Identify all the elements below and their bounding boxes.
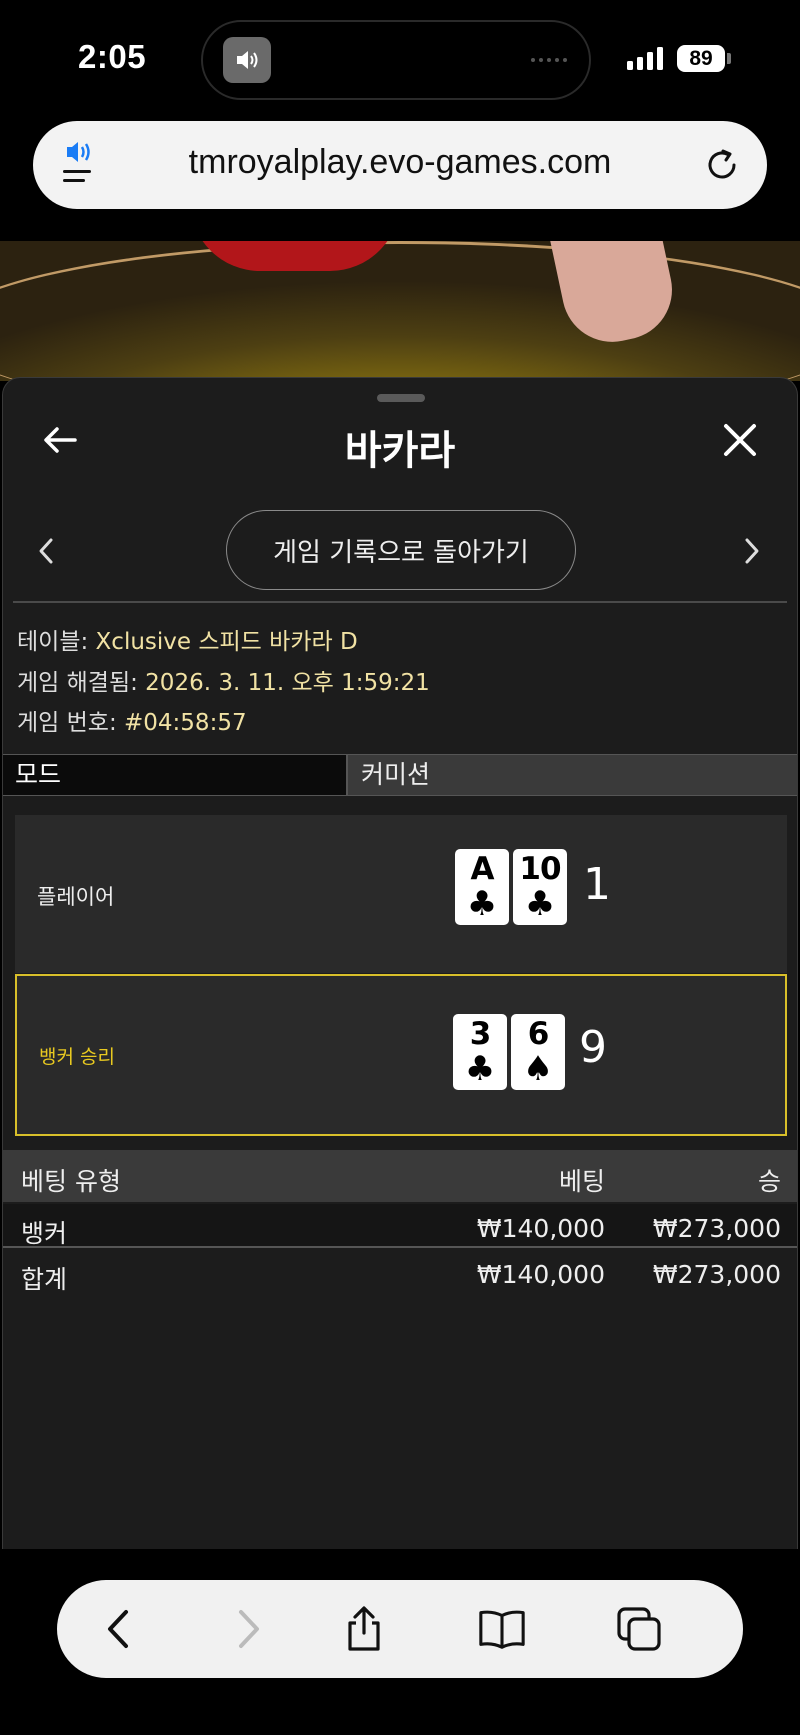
resolved-info: 게임 해결됨: 2026. 3. 11. 오후 1:59:21 — [17, 663, 430, 697]
back-icon[interactable] — [94, 1604, 144, 1654]
header-bet: 베팅 — [558, 1167, 605, 1196]
game-history-panel: 바카라 게임 기록으로 돌아가기 테이블: Xclusive 스피드 바카라 D… — [2, 377, 798, 1549]
banker-card-2: 6 ♠ — [511, 1014, 565, 1090]
table-label: 테이블: — [17, 629, 96, 655]
card-rank: 6 — [527, 1016, 550, 1052]
spade-icon: ♠ — [522, 1049, 554, 1089]
chevron-right-icon[interactable] — [741, 536, 763, 566]
banker-score: 9 — [579, 1022, 607, 1073]
total-bet: ₩140,000 — [476, 1260, 605, 1289]
bet-type: 뱅커 — [21, 1219, 68, 1248]
club-icon: ♣ — [524, 884, 556, 924]
player-score: 1 — [583, 859, 611, 910]
signal-icon — [627, 46, 663, 70]
status-bar: 2:05 89 — [0, 0, 800, 118]
status-time: 2:05 — [78, 38, 147, 75]
drag-handle[interactable] — [377, 394, 425, 402]
mode-bar: 모드 커미션 — [3, 754, 797, 796]
reload-icon[interactable] — [703, 146, 741, 184]
banker-win-label: 뱅커 승리 — [39, 1046, 115, 1068]
banker-card-1: 3 ♣ — [453, 1014, 507, 1090]
address-bar[interactable]: tmroyalplay.evo-games.com — [33, 121, 767, 209]
total-win: ₩273,000 — [652, 1260, 781, 1289]
divider — [13, 601, 787, 603]
header-win: 승 — [757, 1167, 781, 1196]
url-text[interactable]: tmroyalplay.evo-games.com — [33, 143, 767, 182]
island-dots — [531, 58, 567, 62]
mode-label: 모드 — [3, 755, 348, 795]
bet-row-banker: 뱅커 ₩140,000 ₩273,000 — [3, 1204, 797, 1248]
bet-table-header: 베팅 유형 베팅 승 — [3, 1150, 797, 1202]
player-card-2: 10 ♣ — [513, 849, 567, 925]
back-to-history-button[interactable]: 게임 기록으로 돌아가기 — [226, 510, 576, 590]
table-rail — [0, 241, 800, 381]
dynamic-island — [201, 20, 591, 100]
chevron-left-icon[interactable] — [35, 536, 57, 566]
resolved-value: 2026. 3. 11. 오후 1:59:21 — [145, 670, 430, 696]
speaker-icon — [223, 37, 271, 83]
bet-row-total: 합계 ₩140,000 ₩273,000 — [3, 1250, 797, 1294]
header-bet-type: 베팅 유형 — [21, 1167, 121, 1196]
game-number-info: 게임 번호: #04:58:57 — [17, 703, 247, 737]
player-card-1: A ♣ — [455, 849, 509, 925]
win-amount: ₩273,000 — [652, 1214, 781, 1243]
game-number-label: 게임 번호: — [17, 710, 125, 736]
player-label: 플레이어 — [37, 885, 115, 909]
table-value: Xclusive 스피드 바카라 D — [95, 629, 358, 655]
club-icon: ♣ — [464, 1049, 496, 1089]
close-icon[interactable] — [723, 423, 757, 457]
battery-nub — [727, 53, 731, 64]
game-number-value: #04:58:57 — [124, 710, 247, 736]
live-video-feed — [0, 241, 800, 381]
total-label: 합계 — [21, 1265, 68, 1294]
bookmarks-icon[interactable] — [477, 1604, 527, 1654]
card-rank: 3 — [469, 1016, 492, 1052]
player-hand-row: 플레이어 A ♣ 10 ♣ 1 — [15, 815, 787, 973]
browser-bottom-area — [0, 1549, 800, 1735]
tabs-icon[interactable] — [614, 1604, 664, 1654]
share-icon[interactable] — [339, 1604, 389, 1654]
bet-amount: ₩140,000 — [476, 1214, 605, 1243]
banker-hand-row: 뱅커 승리 3 ♣ 6 ♠ 9 — [15, 974, 787, 1136]
card-rank: A — [470, 851, 495, 887]
forward-icon[interactable] — [223, 1604, 273, 1654]
browser-toolbar — [57, 1580, 743, 1678]
resolved-label: 게임 해결됨: — [17, 670, 146, 696]
table-info: 테이블: Xclusive 스피드 바카라 D — [17, 622, 358, 656]
battery-icon: 89 — [677, 45, 725, 72]
club-icon: ♣ — [466, 884, 498, 924]
card-rank: 10 — [519, 851, 561, 887]
panel-title: 바카라 — [344, 428, 456, 474]
mode-value: 커미션 — [361, 760, 431, 789]
